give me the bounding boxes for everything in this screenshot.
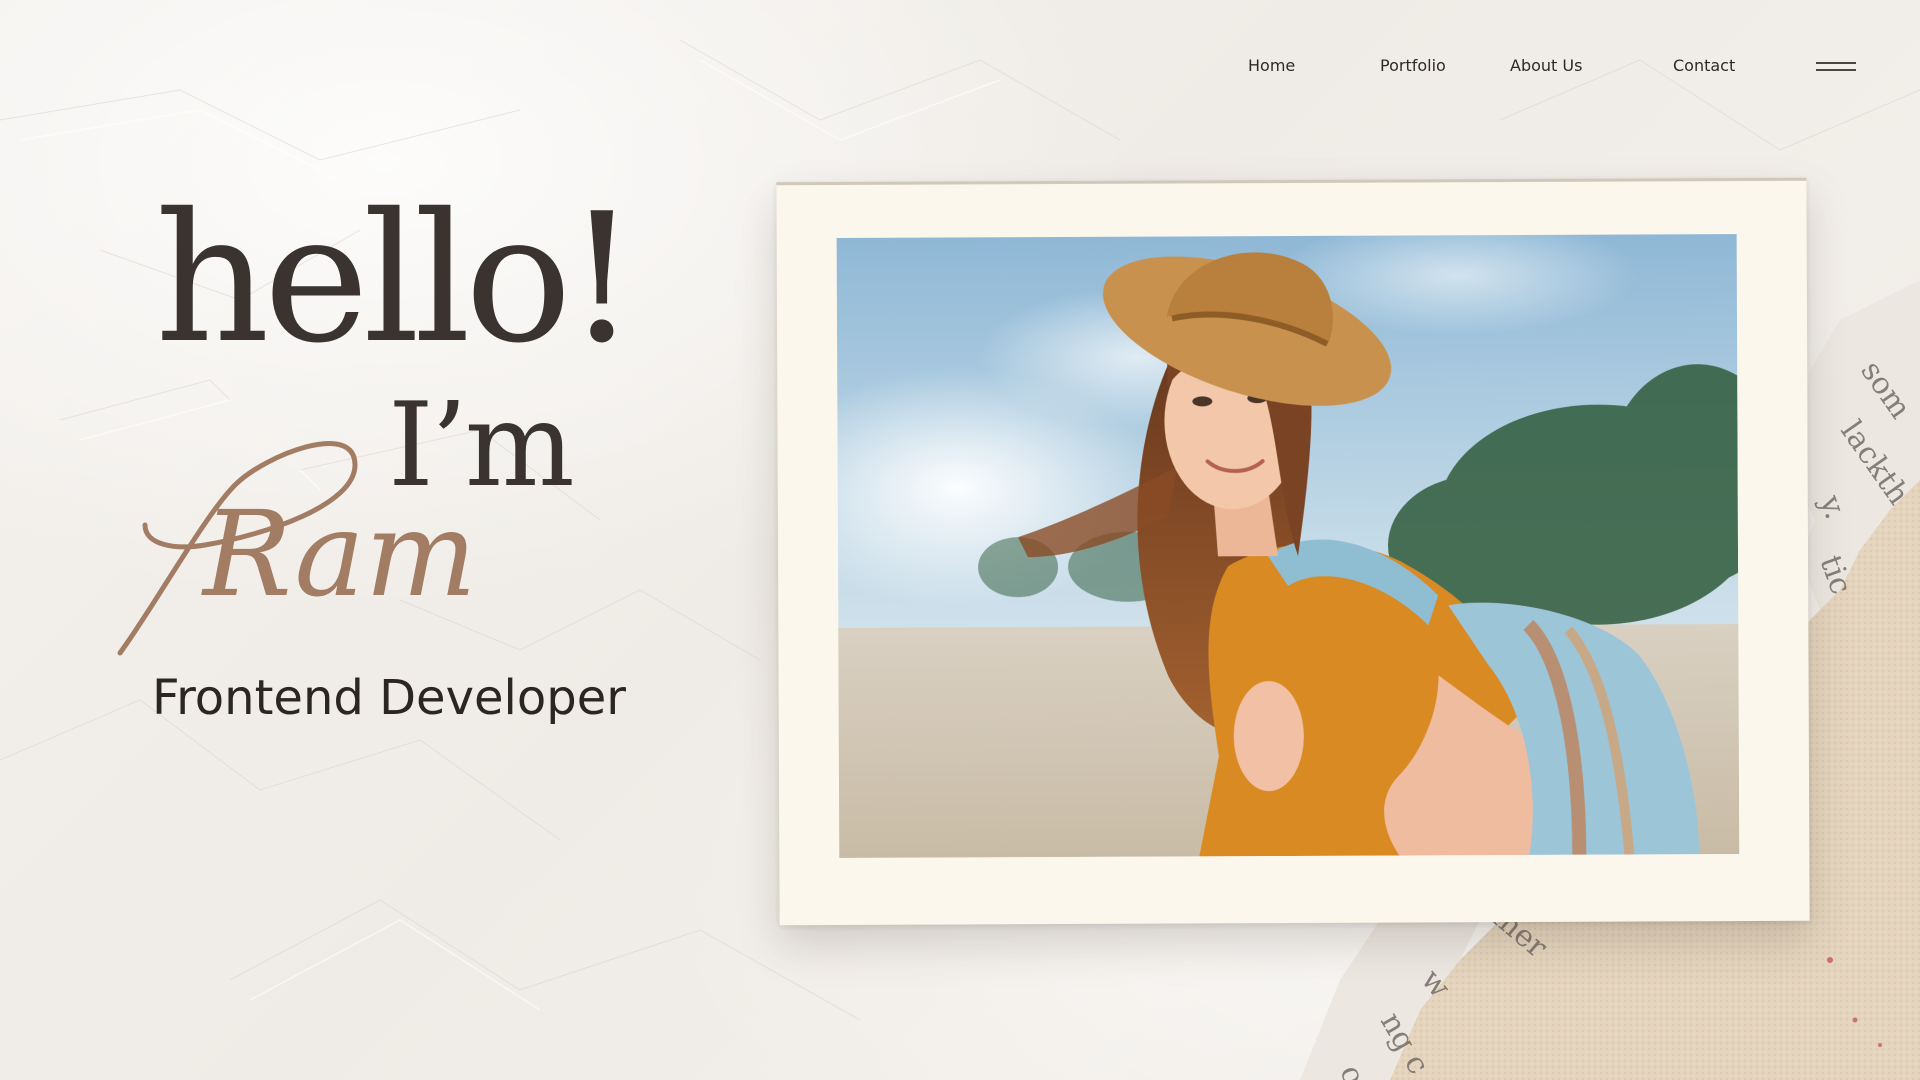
hero-name-text: Ram <box>201 485 475 623</box>
hero-name-script: Ram <box>117 441 475 656</box>
hero-role: Frontend Developer <box>152 670 626 726</box>
nav-about-link[interactable]: About Us <box>1510 56 1582 75</box>
hero-greeting: hello! <box>155 175 638 382</box>
nav-home-link[interactable]: Home <box>1248 56 1295 75</box>
hamburger-menu-icon[interactable] <box>1814 58 1858 74</box>
main-nav: Home Portfolio About Us Contact <box>0 52 1920 82</box>
portrait-photo <box>836 234 1740 858</box>
nav-portfolio-link[interactable]: Portfolio <box>1380 56 1446 75</box>
nav-contact-link[interactable]: Contact <box>1673 56 1735 75</box>
photo-frame <box>776 177 1810 926</box>
